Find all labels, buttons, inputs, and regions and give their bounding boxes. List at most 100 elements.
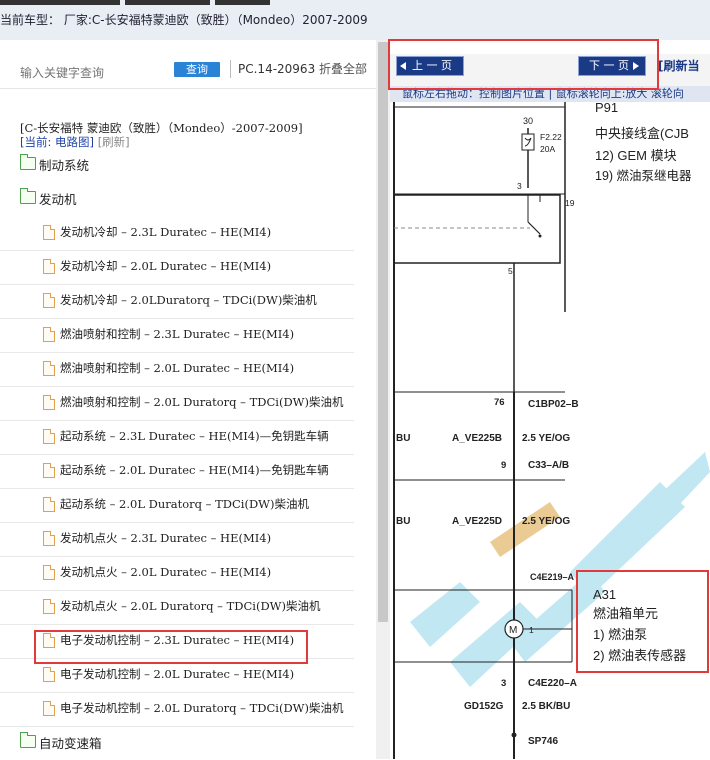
next-page-label: 下 一 页 — [589, 59, 629, 72]
top-bar-segment — [125, 0, 210, 5]
document-icon — [43, 395, 55, 410]
tree-item-label: 电子发动机控制 – 2.0L Duratec – HE(MI4) — [60, 667, 295, 681]
document-icon — [43, 327, 55, 342]
splice-label: SP746 — [528, 736, 558, 747]
tree-item[interactable]: 发动机点火 – 2.0L Duratec – HE(MI4) — [0, 556, 354, 591]
refresh-link[interactable]: [刷新] — [98, 135, 130, 149]
p91-line: 中央接线盒(CJB — [595, 126, 689, 141]
tree-item[interactable]: 发动机冷却 – 2.3L Duratec – HE(MI4) — [0, 216, 354, 251]
circuit-label: A_VE225B — [452, 433, 502, 444]
folder-open-icon — [19, 188, 36, 204]
p91-line: 19) 燃油泵继电器 — [595, 168, 692, 183]
document-icon — [43, 531, 55, 546]
tree-item-label: 起动系统 – 2.0L Duratec – HE(MI4)—免钥匙车辆 — [60, 463, 329, 477]
folder-icon — [19, 732, 36, 748]
p91-line: 12) GEM 模块 — [595, 148, 677, 163]
scrollbar[interactable] — [376, 40, 390, 759]
p91-label: P91 — [595, 102, 618, 115]
search-input[interactable] — [18, 62, 172, 84]
tree-item-label: 发动机点火 – 2.0L Duratec – HE(MI4) — [60, 565, 272, 579]
connector-label: C4E219–A — [530, 572, 575, 582]
arrow-right-icon — [633, 62, 639, 70]
divider — [230, 60, 231, 78]
circuit-label: GD152G — [464, 701, 504, 712]
tree-item[interactable]: 发动机冷却 – 2.0L Duratec – HE(MI4) — [0, 250, 354, 285]
tree-item-label: 电子发动机控制 – 2.3L Duratec – HE(MI4) — [60, 633, 295, 647]
tree-item-label: 发动机点火 – 2.3L Duratec – HE(MI4) — [60, 531, 272, 545]
wiring-diagram[interactable]: 30 F2.22 20A 3 19 5 P91 中央接线盒(CJB 12) GE… — [390, 102, 710, 759]
pin-label: 1 — [529, 625, 534, 635]
wire-spec: 2.5 BK/BU — [522, 701, 570, 712]
current-car-label: 当前车型： 厂家:C-长安福特蒙迪欧（致胜）（Mondeo）2007-2009 — [0, 13, 368, 27]
tree-item-label: 电子发动机控制 – 2.0L Duratorq – TDCi(DW)柴油机 — [60, 701, 344, 715]
tree-folder-label: 发动机 — [39, 192, 77, 207]
a31-line: 燃油箱单元 — [593, 606, 658, 621]
next-page-button[interactable]: 下 一 页 — [578, 56, 646, 76]
tree-item-label: 发动机点火 – 2.0L Duratorq – TDCi(DW)柴油机 — [60, 599, 321, 613]
tree-folder-label: 自动变速箱 — [39, 736, 102, 751]
document-icon — [43, 293, 55, 308]
search-row: 查询 PC.14-20963 折叠全部 — [0, 52, 376, 89]
query-button[interactable]: 查询 — [174, 62, 220, 77]
document-icon — [43, 633, 55, 648]
tree-item[interactable]: 发动机冷却 – 2.0LDuratorq – TDCi(DW)柴油机 — [0, 284, 354, 319]
document-icon — [43, 497, 55, 512]
a31-label: A31 — [593, 587, 616, 602]
current-label: [当前: — [20, 135, 56, 149]
document-icon — [43, 701, 55, 716]
wire-color: BU — [396, 433, 410, 444]
document-icon — [43, 429, 55, 444]
scrollbar-thumb[interactable] — [378, 42, 388, 622]
tree-folder-label: 制动系统 — [39, 158, 90, 173]
document-icon — [43, 361, 55, 376]
pin-label: 3 — [517, 181, 522, 191]
top-bar-segment — [215, 0, 270, 5]
folder-icon — [19, 154, 36, 170]
pin-label: 9 — [501, 460, 506, 471]
tree-item[interactable]: 发动机点火 – 2.3L Duratec – HE(MI4) — [0, 522, 354, 557]
tree-item[interactable]: 燃油喷射和控制 – 2.0L Duratorq – TDCi(DW)柴油机 — [0, 386, 354, 421]
tree-item-selected[interactable]: 电子发动机控制 – 2.3L Duratec – HE(MI4) — [0, 624, 354, 659]
tree-item-label: 起动系统 – 2.3L Duratec – HE(MI4)—免钥匙车辆 — [60, 429, 329, 443]
prev-page-label: 上 一 页 — [412, 59, 452, 72]
a31-line: 2) 燃油表传感器 — [593, 648, 686, 663]
refresh-viewer-button[interactable]: [刷新当 — [658, 57, 700, 74]
tree-item-label: 燃油喷射和控制 – 2.0L Duratorq – TDCi(DW)柴油机 — [60, 395, 344, 409]
top-bar-segment — [0, 0, 120, 5]
document-icon — [43, 259, 55, 274]
tree-folder-transmission[interactable]: 自动变速箱 — [0, 726, 354, 760]
wire-spec: 2.5 YE/OG — [522, 433, 570, 444]
fuse-number: 30 — [523, 116, 533, 126]
tree-item-label: 起动系统 – 2.0L Duratorq – TDCi(DW)柴油机 — [60, 497, 309, 511]
wire-spec: 2.5 YE/OG — [522, 516, 570, 527]
tree-item[interactable]: 起动系统 – 2.0L Duratec – HE(MI4)—免钥匙车辆 — [0, 454, 354, 489]
tree-folder-brake[interactable]: 制动系统 — [0, 148, 354, 182]
pc-code: PC.14-20963 — [238, 62, 316, 76]
tree-item-label: 燃油喷射和控制 – 2.0L Duratec – HE(MI4) — [60, 361, 295, 375]
a31-line: 1) 燃油泵 — [593, 627, 647, 642]
tree-item[interactable]: 起动系统 – 2.3L Duratec – HE(MI4)—免钥匙车辆 — [0, 420, 354, 455]
tree-item[interactable]: 电子发动机控制 – 2.0L Duratorq – TDCi(DW)柴油机 — [0, 692, 354, 727]
tree-item[interactable]: 起动系统 – 2.0L Duratorq – TDCi(DW)柴油机 — [0, 488, 354, 523]
tree-item[interactable]: 燃油喷射和控制 – 2.3L Duratec – HE(MI4) — [0, 318, 354, 353]
catalog-panel: 查询 PC.14-20963 折叠全部 [C-长安福特 蒙迪欧（致胜）（Mond… — [0, 40, 376, 759]
arrow-left-icon — [400, 62, 406, 70]
tree-item[interactable]: 燃油喷射和控制 – 2.0L Duratec – HE(MI4) — [0, 352, 354, 387]
collapse-all-link[interactable]: 折叠全部 — [319, 62, 367, 76]
pin-label: 3 — [501, 678, 506, 689]
diagram-viewer: 上 一 页 下 一 页 [刷新当 鼠标左右拖动：控制图片位置 | 鼠标滚轮向上:… — [390, 40, 710, 759]
tree-folder-engine[interactable]: 发动机 — [0, 182, 354, 216]
tree-item[interactable]: 发动机点火 – 2.0L Duratorq – TDCi(DW)柴油机 — [0, 590, 354, 625]
wire-color: BU — [396, 516, 410, 527]
document-icon — [43, 565, 55, 580]
connector-label: C1BP02–B — [528, 399, 579, 410]
current-value[interactable]: 电路图 — [55, 135, 90, 149]
tree-item-label: 燃油喷射和控制 – 2.3L Duratec – HE(MI4) — [60, 327, 295, 341]
document-icon — [43, 599, 55, 614]
viewer-nav-bar: 上 一 页 下 一 页 [刷新当 — [390, 54, 710, 86]
connector-label: C4E220–A — [528, 678, 577, 689]
circuit-label: A_VE225D — [452, 516, 502, 527]
tree-item[interactable]: 电子发动机控制 – 2.0L Duratec – HE(MI4) — [0, 658, 354, 693]
document-icon — [43, 225, 55, 240]
prev-page-button[interactable]: 上 一 页 — [396, 56, 464, 76]
